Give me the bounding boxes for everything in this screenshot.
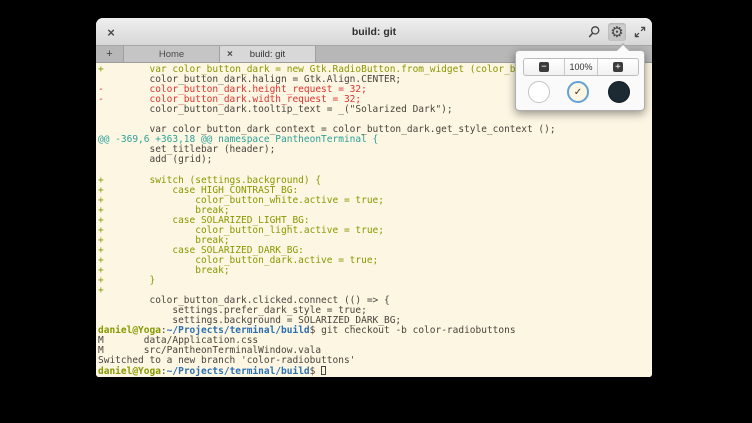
theme-circle-solarized-dark[interactable] [608,81,630,103]
theme-circle-high-contrast[interactable] [528,81,550,103]
theme-selector: ✓ [516,81,644,107]
tab-close-icon[interactable]: × [227,46,233,62]
check-icon: ✓ [574,87,582,98]
new-tab-button[interactable]: + [96,46,124,62]
terminal-line: daniel@Yoga:~/Projects/terminal/build$ [98,366,652,376]
terminal-line: + break; [98,266,652,276]
zoom-control: − 100% + [523,58,639,76]
zoom-level: 100% [565,59,597,75]
plus-icon: + [613,62,623,72]
terminal-output: + var color_button_dark = new Gtk.RadioB… [98,65,652,376]
terminal-line: + } [98,276,652,286]
theme-circle-solarized-light[interactable]: ✓ [567,81,589,103]
desktop-background: × build: git ⚙ [0,0,752,423]
fullscreen-button[interactable] [631,23,649,41]
search-icon [587,25,601,39]
minus-icon: − [539,62,549,72]
tab-home[interactable]: Home [124,46,220,62]
terminal-line [98,165,652,175]
settings-popover: − 100% + ✓ [515,50,645,111]
tab-label: build: git [250,49,285,60]
tab-label: Home [159,49,184,60]
window-title: build: git [96,18,652,46]
settings-button[interactable]: ⚙ [608,23,626,41]
titlebar[interactable]: × build: git ⚙ [96,18,652,46]
terminal-line: Switched to a new branch 'color-radiobut… [98,356,652,366]
tab-build-git[interactable]: × build: git [220,46,316,62]
terminal-cursor [321,366,326,375]
expand-icon [634,26,646,38]
zoom-in-button[interactable]: + [598,59,638,75]
search-button[interactable] [585,23,603,41]
zoom-out-button[interactable]: − [524,59,564,75]
terminal-line: add (grid); [98,155,652,165]
gear-icon: ⚙ [610,23,623,41]
